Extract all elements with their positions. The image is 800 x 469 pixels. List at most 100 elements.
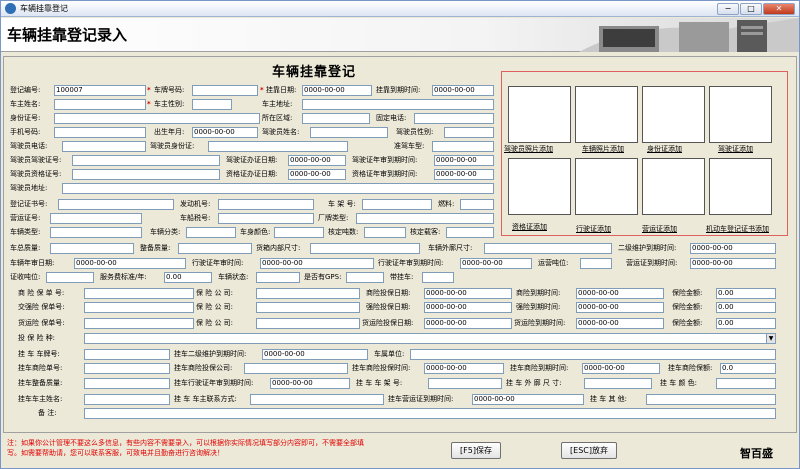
op-cert-input[interactable] — [50, 213, 142, 224]
seats-input[interactable] — [364, 227, 406, 238]
tr-frame-input[interactable] — [428, 378, 502, 389]
tr-contact-input[interactable] — [250, 394, 384, 405]
driver-gender-select[interactable] — [444, 127, 494, 138]
remark-input[interactable] — [84, 408, 776, 419]
tr-com-co-input[interactable] — [244, 363, 348, 374]
license-photo-slot[interactable] — [709, 86, 772, 143]
cargo-ins-amt-input[interactable]: 0.00 — [716, 318, 776, 329]
tr-unit-input[interactable] — [410, 349, 776, 360]
curb-mass-input[interactable] — [178, 243, 252, 254]
cargo-ins-expire-input[interactable]: 0000-00-00 — [576, 318, 664, 329]
qual-issue-input[interactable]: 0000-00-00 — [288, 169, 346, 180]
factory-type-input[interactable] — [356, 213, 494, 224]
trailer-select[interactable] — [422, 272, 454, 283]
qual-cert-add-link[interactable]: 资格证添加 — [512, 222, 547, 232]
owner-gender-select[interactable] — [192, 99, 232, 110]
tr-com-expire-input[interactable]: 0000-00-00 — [582, 363, 660, 374]
cancel-button[interactable]: [ESC]放弃 — [561, 442, 617, 459]
tr-plate-input[interactable] — [84, 349, 170, 360]
driver-license-input[interactable] — [72, 155, 220, 166]
cert-pos-input[interactable] — [46, 272, 94, 283]
tr-owner-input[interactable] — [84, 394, 170, 405]
vehicle-photo-add-link[interactable]: 车辆照片添加 — [582, 144, 624, 154]
capacity-input[interactable] — [446, 227, 494, 238]
owner-name-input[interactable] — [54, 99, 146, 110]
qual-review-input[interactable]: 0000-00-00 — [434, 169, 494, 180]
op-unit-input[interactable] — [580, 258, 612, 269]
tr-com-date-input[interactable]: 0000-00-00 — [424, 363, 504, 374]
drv-license-photo-slot[interactable] — [575, 158, 638, 215]
review-date-input[interactable]: 0000-00-00 — [74, 258, 186, 269]
chevron-down-icon[interactable]: ▼ — [766, 334, 775, 343]
region-input[interactable] — [302, 113, 370, 124]
gps-select[interactable] — [346, 272, 384, 283]
l2-maint-input[interactable]: 0000-00-00 — [690, 243, 776, 254]
tr-com-fee-input[interactable]: 0.0 — [720, 363, 776, 374]
cpl-ins-no-input[interactable] — [84, 302, 194, 313]
cpl-ins-expire-input[interactable]: 0000-00-00 — [576, 302, 664, 313]
id-card-photo-slot[interactable] — [642, 86, 705, 143]
com-ins-amt-input[interactable]: 0.00 — [716, 288, 776, 299]
tr-op-expire-input[interactable]: 0000-00-00 — [472, 394, 584, 405]
frame-no-input[interactable] — [362, 199, 432, 210]
fee-input[interactable]: 0.00 — [164, 272, 212, 283]
vehicle-photo-slot[interactable] — [575, 86, 638, 143]
tr-other-input[interactable] — [646, 394, 776, 405]
maximize-button[interactable]: □ — [740, 3, 762, 15]
drv-review-input[interactable]: 0000-00-00 — [260, 258, 374, 269]
cpl-ins-amt-input[interactable]: 0.00 — [716, 302, 776, 313]
vehicle-type-select[interactable] — [50, 227, 142, 238]
owner-addr-input[interactable] — [302, 99, 494, 110]
tr-com-no-input[interactable] — [84, 363, 170, 374]
attach-date-input[interactable]: 0000-00-00 — [302, 85, 372, 96]
save-button[interactable]: [F5]保存 — [451, 442, 501, 459]
lic-review-input[interactable]: 0000-00-00 — [434, 155, 494, 166]
reg-cert-photo-slot[interactable] — [709, 158, 772, 215]
op-cert-photo-slot[interactable] — [642, 158, 705, 215]
driver-addr-input[interactable] — [62, 183, 494, 194]
engine-no-input[interactable] — [218, 199, 314, 210]
mobile-input[interactable] — [54, 127, 146, 138]
tr-drv-review-input[interactable]: 0000-00-00 — [270, 378, 350, 389]
id-card-add-link[interactable]: 身份证添加 — [647, 144, 682, 154]
op-cert-expire-input[interactable]: 0000-00-00 — [690, 258, 776, 269]
ins-type-select[interactable]: ▼ — [84, 333, 776, 344]
fuel-select[interactable] — [460, 199, 494, 210]
license-add-link[interactable]: 驾驶证添加 — [718, 144, 753, 154]
reg-no-input[interactable]: 100007 — [54, 85, 146, 96]
com-ins-co-input[interactable] — [256, 288, 360, 299]
driver-id-input[interactable] — [208, 141, 348, 152]
tr-l2-input[interactable]: 0000-00-00 — [262, 349, 368, 360]
cargo-size-input[interactable] — [310, 243, 420, 254]
outer-size-input[interactable] — [484, 243, 612, 254]
cargo-ins-no-input[interactable] — [84, 318, 194, 329]
drv-review-expire-input[interactable]: 0000-00-00 — [460, 258, 532, 269]
driver-photo-slot[interactable] — [508, 86, 571, 143]
plate-no-input[interactable] — [192, 85, 258, 96]
reg-cert-add-link[interactable]: 机动车登记证书添加 — [706, 224, 769, 234]
tr-outer-input[interactable] — [584, 378, 652, 389]
id-card-input[interactable] — [54, 113, 260, 124]
driver-name-input[interactable] — [310, 127, 388, 138]
body-color-input[interactable] — [274, 227, 324, 238]
tr-color-input[interactable] — [716, 378, 776, 389]
cpl-ins-date-input[interactable]: 0000-00-00 — [424, 302, 512, 313]
vehicle-class-select[interactable] — [186, 227, 236, 238]
cpl-ins-co-input[interactable] — [256, 302, 360, 313]
tax-no-input[interactable] — [218, 213, 314, 224]
lic-issue-input[interactable]: 0000-00-00 — [288, 155, 346, 166]
veh-status-select[interactable] — [256, 272, 300, 283]
cargo-ins-date-input[interactable]: 0000-00-00 — [424, 318, 512, 329]
drv-license-add-link[interactable]: 行驶证添加 — [576, 224, 611, 234]
tr-mass-input[interactable] — [84, 378, 170, 389]
reg-cert-input[interactable] — [58, 199, 174, 210]
com-ins-expire-input[interactable]: 0000-00-00 — [576, 288, 664, 299]
qual-cert-photo-slot[interactable] — [508, 158, 571, 215]
op-cert-add-link[interactable]: 营运证添加 — [642, 224, 677, 234]
com-ins-date-input[interactable]: 0000-00-00 — [424, 288, 512, 299]
qual-cert-input[interactable] — [72, 169, 220, 180]
license-type-select[interactable] — [432, 141, 494, 152]
driver-phone-input[interactable] — [62, 141, 146, 152]
close-button[interactable]: ✕ — [763, 3, 795, 15]
driver-photo-add-link[interactable]: 驾驶员照片添加 — [504, 144, 553, 154]
